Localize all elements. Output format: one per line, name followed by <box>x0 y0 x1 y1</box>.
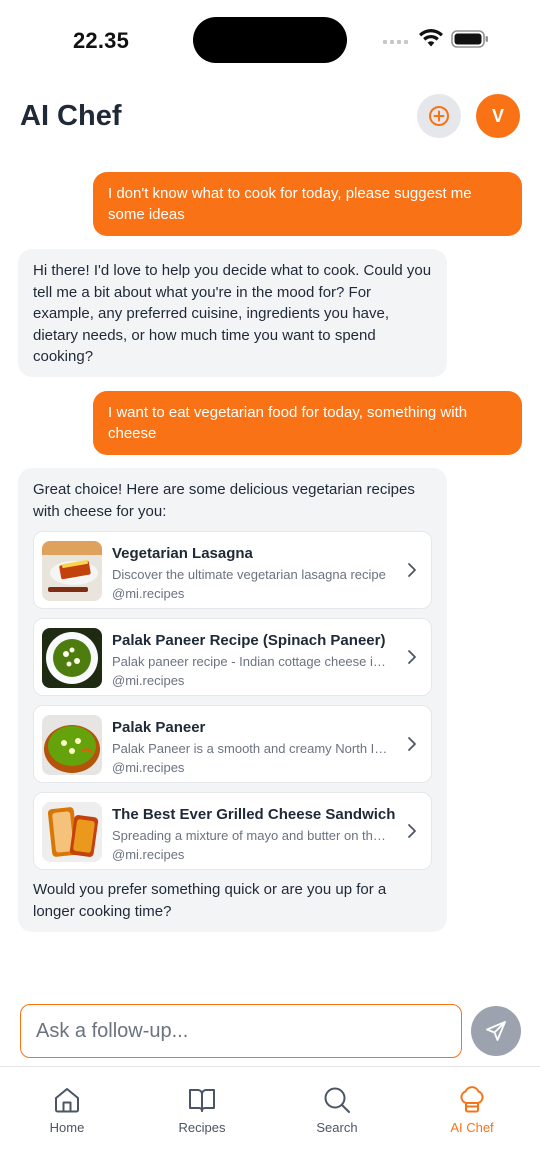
recipe-title: Palak Paneer <box>112 719 206 736</box>
assistant-message: Great choice! Here are some delicious ve… <box>18 468 447 932</box>
recipe-image <box>42 541 102 601</box>
recipe-card[interactable]: The Best Ever Grilled Cheese Sandwich Sp… <box>33 792 432 870</box>
recipe-image <box>42 715 102 775</box>
recipe-source: @mi.recipes <box>112 673 185 688</box>
chef-hat-icon <box>460 1086 484 1113</box>
recipe-source: @mi.recipes <box>112 760 185 775</box>
home-icon <box>55 1088 79 1113</box>
tab-bar: Home Recipes Search AI Chef <box>0 1066 540 1173</box>
dynamic-island <box>193 17 347 63</box>
user-message: I don't know what to cook for today, ple… <box>93 172 522 236</box>
tab-label: Recipes <box>178 1120 226 1135</box>
send-button[interactable] <box>471 1006 521 1056</box>
recipe-source: @mi.recipes <box>112 847 185 862</box>
cellular-signal-icon <box>383 40 408 44</box>
page-title: AI Chef <box>20 100 122 132</box>
send-icon <box>486 1021 506 1041</box>
recipe-title: The Best Ever Grilled Cheese Sandwich <box>112 806 396 823</box>
assistant-outro: Would you prefer something quick or are … <box>33 881 387 920</box>
assistant-intro: Great choice! Here are some delicious ve… <box>33 481 415 520</box>
chevron-right-icon <box>408 737 416 751</box>
chevron-right-icon <box>408 650 416 664</box>
new-chat-button[interactable] <box>417 94 461 138</box>
header: AI Chef V <box>0 90 540 146</box>
tab-ai-chef[interactable]: AI Chef <box>422 1085 522 1135</box>
follow-up-input[interactable] <box>20 1004 462 1058</box>
tab-recipes[interactable]: Recipes <box>152 1085 252 1135</box>
battery-icon <box>451 30 488 48</box>
recipe-card[interactable]: Palak Paneer Recipe (Spinach Paneer) Pal… <box>33 618 432 696</box>
book-icon <box>189 1089 215 1112</box>
assistant-message: Hi there! I'd love to help you decide wh… <box>18 249 447 377</box>
composer <box>20 1004 521 1058</box>
status-time: 22.35 <box>73 28 130 53</box>
tab-label: Search <box>316 1120 358 1135</box>
tab-home[interactable]: Home <box>17 1085 117 1135</box>
recipe-image <box>42 802 102 862</box>
tab-label: AI Chef <box>450 1120 494 1135</box>
chevron-right-icon <box>408 563 416 577</box>
plus-circle-icon <box>429 106 449 126</box>
search-icon <box>324 1087 350 1113</box>
recipe-card[interactable]: Palak Paneer Palak Paneer is a smooth an… <box>33 705 432 783</box>
recipe-source: @mi.recipes <box>112 586 185 601</box>
tab-label: Home <box>49 1120 85 1135</box>
recipe-title: Vegetarian Lasagna <box>112 545 253 562</box>
tab-search[interactable]: Search <box>287 1085 387 1135</box>
recipe-image <box>42 628 102 688</box>
status-bar: 22.35 <box>0 0 540 80</box>
chevron-right-icon <box>408 824 416 838</box>
avatar[interactable]: V <box>476 94 520 138</box>
recipe-card[interactable]: Vegetarian Lasagna Discover the ultimate… <box>33 531 432 609</box>
user-message: I want to eat vegetarian food for today,… <box>93 391 522 455</box>
recipe-title: Palak Paneer Recipe (Spinach Paneer) <box>112 632 386 649</box>
wifi-icon <box>419 29 443 47</box>
